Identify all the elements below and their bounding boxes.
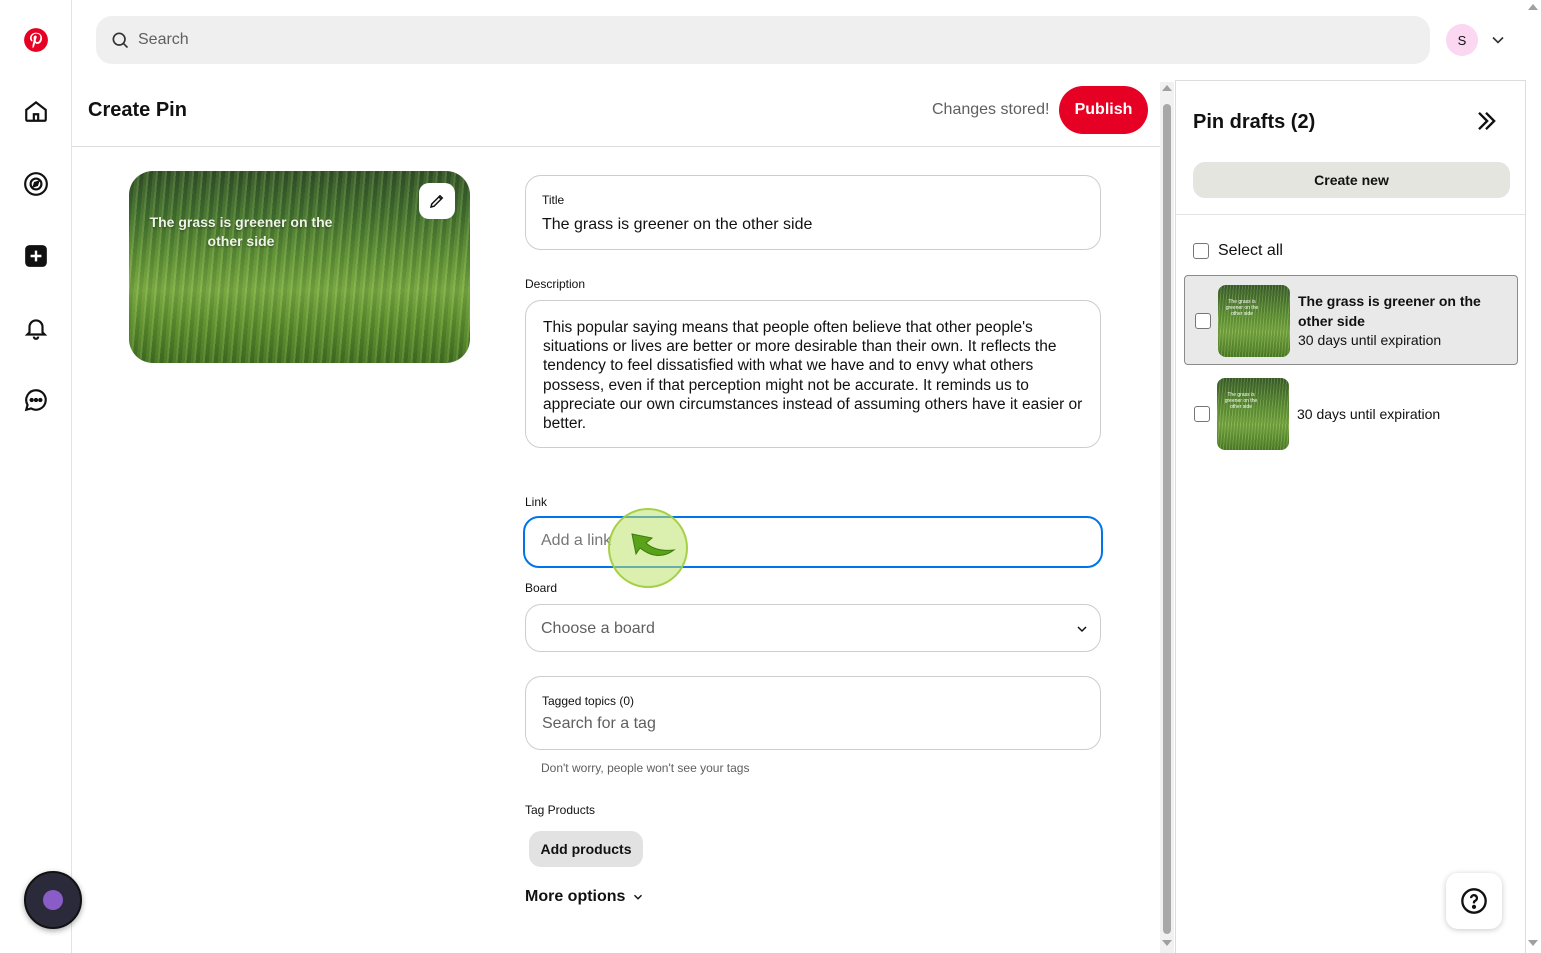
draft-thumbnail: The grass is greener on the other side: [1218, 285, 1290, 357]
title-field[interactable]: Title The grass is greener on the other …: [525, 175, 1101, 250]
tag-search-input[interactable]: [542, 715, 1082, 733]
tags-hint: Don't worry, people won't see your tags: [541, 761, 750, 775]
thumbnail-overlay-text: The grass is greener on the other side: [1224, 392, 1258, 410]
create-icon[interactable]: [18, 238, 54, 274]
assistant-button[interactable]: [24, 871, 82, 929]
save-status: Changes stored!: [932, 101, 1050, 118]
publish-button[interactable]: Publish: [1059, 86, 1148, 134]
chevron-down-icon[interactable]: [1488, 30, 1508, 50]
search-input[interactable]: [138, 31, 1388, 49]
description-value[interactable]: This popular saying means that people of…: [543, 318, 1083, 433]
title-label: Title: [542, 193, 565, 207]
draft-info: 30 days until expiration: [1297, 405, 1440, 424]
help-button[interactable]: [1446, 873, 1502, 929]
checkbox[interactable]: [1193, 243, 1209, 259]
draft-item[interactable]: The grass is greener on the other side T…: [1184, 275, 1518, 365]
more-options-toggle[interactable]: More options: [525, 888, 645, 906]
pinterest-logo-icon[interactable]: [18, 22, 54, 58]
page-scroll-up-arrow-icon[interactable]: [1528, 4, 1538, 10]
messages-icon[interactable]: [18, 382, 54, 418]
header-divider: [72, 146, 1160, 147]
page-scroll-down-arrow-icon[interactable]: [1528, 940, 1538, 946]
board-label: Board: [525, 581, 558, 595]
board-select[interactable]: Choose a board: [525, 604, 1101, 652]
search-bar[interactable]: [96, 16, 1430, 64]
scroll-down-arrow-icon[interactable]: [1162, 940, 1172, 946]
drafts-title: Pin drafts (2): [1193, 111, 1316, 133]
chevron-down-icon: [634, 894, 643, 900]
create-new-button[interactable]: Create new: [1193, 162, 1510, 198]
draft-info: The grass is greener on the other side 3…: [1298, 291, 1498, 350]
pencil-icon: [429, 194, 444, 209]
assistant-orb-icon: [43, 890, 63, 910]
select-all-label: Select all: [1218, 242, 1283, 259]
select-all-checkbox[interactable]: Select all: [1193, 242, 1283, 260]
more-options-label: More options: [525, 888, 626, 905]
left-nav-rail: [0, 0, 72, 953]
draft-name: The grass is greener on the other side: [1298, 293, 1481, 329]
add-products-button[interactable]: Add products: [529, 831, 643, 867]
tagged-topics-label: Tagged topics (0): [542, 694, 635, 708]
tagged-topics-field[interactable]: Tagged topics (0): [525, 676, 1101, 750]
pin-overlay-text: The grass is greener on the other side: [149, 214, 333, 249]
explore-icon[interactable]: [18, 166, 54, 202]
question-icon: [1461, 888, 1487, 914]
thumbnail-overlay-text: The grass is greener on the other side: [1225, 299, 1259, 317]
description-label: Description: [525, 277, 586, 291]
draft-expiration: 30 days until expiration: [1297, 406, 1441, 422]
cursor-arrow-icon: [631, 533, 676, 556]
grass-texture: [1217, 378, 1289, 450]
pin-drafts-panel: Pin drafts (2) Create new Select all The…: [1175, 80, 1526, 953]
edit-image-button[interactable]: [419, 183, 455, 219]
form-scrollbar-thumb[interactable]: [1163, 104, 1171, 934]
notifications-icon[interactable]: [18, 310, 54, 346]
chevron-down-icon: [1077, 626, 1087, 633]
draft-thumbnail: The grass is greener on the other side: [1217, 378, 1289, 450]
tag-products-label: Tag Products: [525, 803, 596, 817]
description-field[interactable]: This popular saying means that people of…: [525, 300, 1101, 448]
search-icon: [112, 32, 129, 49]
home-icon[interactable]: [18, 93, 54, 129]
scroll-up-arrow-icon[interactable]: [1162, 85, 1172, 91]
double-chevron-right-icon[interactable]: [1472, 107, 1500, 135]
page-title: Create Pin: [88, 99, 187, 121]
board-value: Choose a board: [541, 620, 655, 637]
avatar[interactable]: S: [1446, 24, 1478, 56]
draft-item[interactable]: The grass is greener on the other side 3…: [1184, 369, 1518, 459]
checkbox[interactable]: [1195, 313, 1211, 329]
title-value[interactable]: The grass is greener on the other side: [542, 216, 812, 234]
drafts-divider: [1176, 214, 1525, 215]
grass-texture: [1218, 285, 1290, 357]
draft-expiration: 30 days until expiration: [1298, 332, 1442, 348]
checkbox[interactable]: [1194, 406, 1210, 422]
link-label: Link: [525, 495, 548, 509]
